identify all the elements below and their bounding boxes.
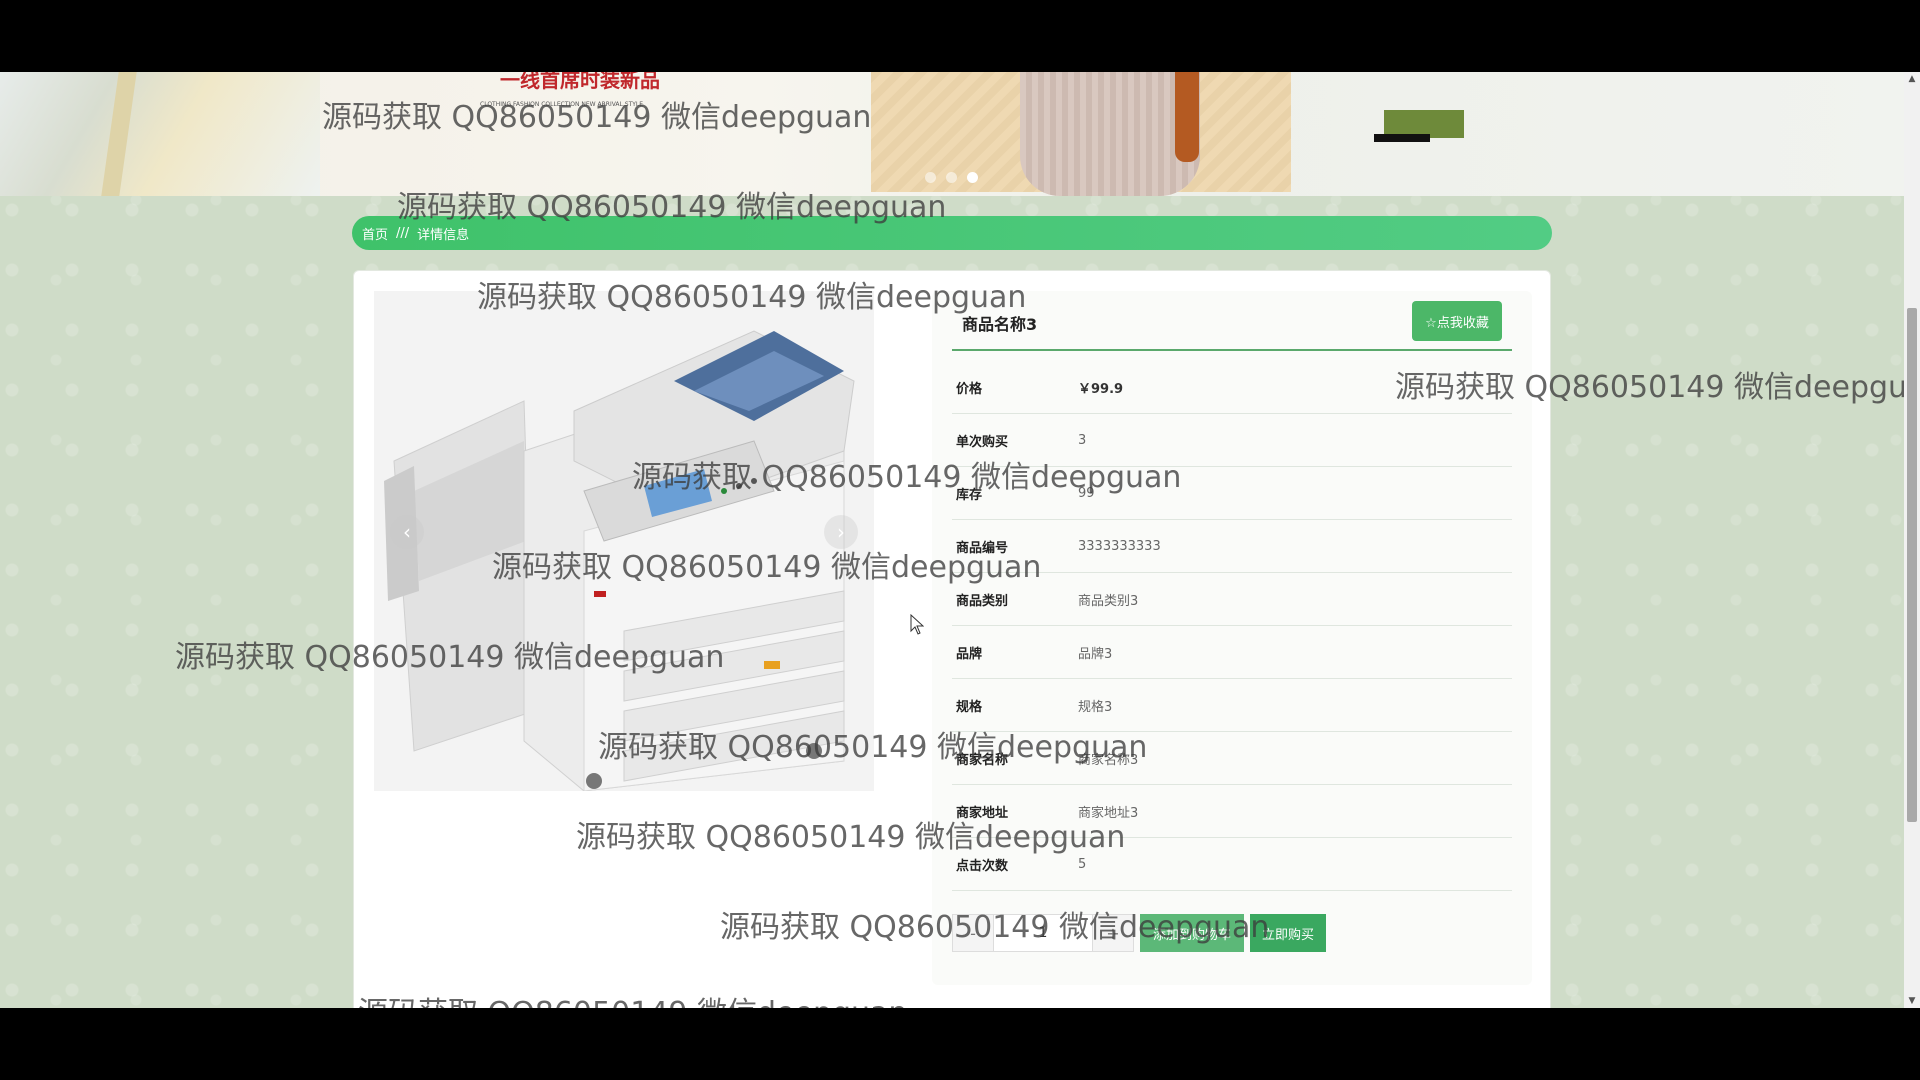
banner-model-image (1020, 72, 1200, 196)
scrollbar-thumb[interactable] (1907, 308, 1917, 822)
top-banner[interactable]: 一线首席时装新品 CLOTHING FASHION COLLECTION NEW… (0, 72, 1904, 196)
field-row-click-count: 点击次数 5 (952, 838, 1512, 891)
favorite-button[interactable]: ☆点我收藏 (1412, 301, 1502, 341)
field-label: 点击次数 (956, 858, 1009, 874)
field-label: 价格 (956, 381, 983, 397)
carousel-dot[interactable] (925, 172, 936, 183)
purchase-bar: - 1 + 添加到购物车 立即购买 (952, 913, 1326, 953)
quantity-stepper: - 1 + (952, 914, 1134, 952)
printer-copier-image (374, 291, 874, 791)
field-value: 商家地址3 (1078, 805, 1139, 821)
field-row-single-purchase: 单次购买 3 (952, 414, 1512, 467)
field-label: 规格 (956, 699, 983, 715)
product-detail-card: ‹ › 商品名称3 ☆点我收藏 价格 ￥99.9 单次购买 3 库存 99 商品… (353, 270, 1551, 1008)
banner-black-bar (1374, 134, 1430, 142)
field-value: ￥99.9 (1078, 381, 1124, 397)
field-value: 商品类别3 (1078, 593, 1139, 609)
carousel-dot[interactable] (946, 172, 957, 183)
mouse-cursor-icon (910, 614, 924, 635)
field-label: 商品编号 (956, 540, 1009, 556)
field-label: 单次购买 (956, 434, 1009, 450)
field-row-category: 商品类别 商品类别3 (952, 573, 1512, 626)
product-fields: 价格 ￥99.9 单次购买 3 库存 99 商品编号 3333333333 商品… (952, 361, 1512, 891)
field-label: 库存 (956, 487, 983, 503)
field-value: 3333333333 (1078, 538, 1161, 554)
breadcrumb-separator: /// (396, 225, 410, 241)
breadcrumb-current: 详情信息 (417, 227, 470, 243)
scroll-down-arrow-icon[interactable]: ▼ (1904, 994, 1920, 1008)
product-info-panel: 商品名称3 ☆点我收藏 价格 ￥99.9 单次购买 3 库存 99 商品编号 3… (932, 291, 1532, 985)
field-label: 品牌 (956, 646, 983, 662)
product-info-header: 商品名称3 ☆点我收藏 (952, 291, 1512, 351)
banner-palm-image (0, 72, 320, 196)
field-row-merchant-name: 商家名称 商家名称3 (952, 732, 1512, 785)
field-value: 3 (1078, 432, 1087, 448)
quantity-minus-button[interactable]: - (953, 915, 993, 951)
add-to-cart-button[interactable]: 添加到购物车 (1140, 914, 1244, 952)
field-label: 商品类别 (956, 593, 1009, 609)
banner-headline: 一线首席时装新品 (500, 72, 660, 92)
field-row-brand: 品牌 品牌3 (952, 626, 1512, 679)
field-row-stock: 库存 99 (952, 467, 1512, 520)
vertical-scrollbar[interactable]: ▲ ▼ (1904, 72, 1920, 1008)
carousel-dot-active[interactable] (967, 172, 978, 183)
quantity-plus-button[interactable]: + (1093, 915, 1133, 951)
gallery-next-button[interactable]: › (824, 515, 858, 549)
field-row-product-number: 商品编号 3333333333 (952, 520, 1512, 573)
field-value: 规格3 (1078, 699, 1113, 715)
field-value: 商家名称3 (1078, 752, 1139, 768)
field-row-spec: 规格 规格3 (952, 679, 1512, 732)
field-value: 5 (1078, 856, 1087, 872)
field-row-merchant-address: 商家地址 商家地址3 (952, 785, 1512, 838)
breadcrumb-home-link[interactable]: 首页 (362, 224, 388, 243)
buy-now-button[interactable]: 立即购买 (1250, 914, 1326, 952)
field-label: 商家名称 (956, 752, 1009, 768)
field-value: 99 (1078, 485, 1095, 501)
field-value: 品牌3 (1078, 646, 1113, 662)
banner-tiny-text: CLOTHING FASHION COLLECTION NEW ARRIVAL … (480, 101, 644, 108)
product-gallery: ‹ › (374, 291, 874, 791)
breadcrumb: 首页 /// 详情信息 (352, 216, 1552, 250)
field-label: 商家地址 (956, 805, 1009, 821)
banner-bag-image (1175, 72, 1199, 162)
gallery-prev-button[interactable]: ‹ (390, 515, 424, 549)
carousel-dots (925, 172, 978, 183)
quantity-input[interactable]: 1 (993, 915, 1093, 951)
page-viewport: 一线首席时装新品 CLOTHING FASHION COLLECTION NEW… (0, 72, 1920, 1008)
scroll-up-arrow-icon[interactable]: ▲ (1904, 72, 1920, 86)
product-title: 商品名称3 (962, 315, 1038, 334)
field-row-price: 价格 ￥99.9 (952, 361, 1512, 414)
